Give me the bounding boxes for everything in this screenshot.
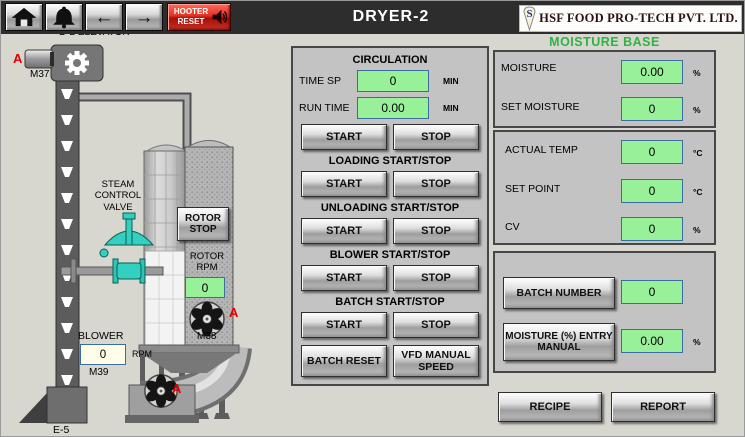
hooter-reset-label: HOOTER RESET: [171, 7, 211, 26]
circulation-title: CIRCULATION: [299, 54, 481, 66]
home-button[interactable]: [5, 3, 43, 31]
company-logo: S HSF FOOD PRO-TECH PVT. LTD.: [519, 5, 742, 32]
blower-stop-button[interactable]: STOP: [393, 265, 479, 291]
blower-rpm-display: 0: [80, 344, 126, 365]
loading-start-button[interactable]: START: [301, 171, 387, 197]
set-moisture-label: SET MOISTURE: [501, 101, 580, 113]
run-time-label: RUN TIME: [299, 102, 357, 114]
back-button[interactable]: ←: [85, 3, 123, 31]
temperature-panel: ACTUAL TEMP 0 °C SET POINT 0 °C CV 0 %: [493, 130, 716, 245]
svg-text:S: S: [527, 8, 533, 20]
alarm-a-m39: A: [172, 381, 181, 396]
blower-start-button[interactable]: START: [301, 265, 387, 291]
set-point-unit: °C: [693, 187, 703, 197]
home-icon: [9, 5, 39, 29]
time-sp-unit: MIN: [443, 76, 459, 86]
steam-valve-label: STEAM CONTROL VALVE: [87, 179, 149, 213]
alarm-button[interactable]: [45, 3, 83, 31]
batch-number-display: 0: [621, 280, 683, 304]
elevator-motor-m37: [25, 50, 54, 68]
set-point-input[interactable]: 0: [621, 179, 683, 203]
blower-label: BLOWER: [78, 330, 124, 342]
cv-label: CV: [505, 221, 520, 233]
moisture-panel: MOISTURE 0.00 % SET MOISTURE 0 %: [493, 50, 716, 128]
speaker-icon: [211, 8, 227, 26]
silo-left-tower: [144, 145, 189, 347]
m39-label: M39: [89, 367, 108, 378]
moisture-unit: %: [693, 68, 701, 78]
recipe-button[interactable]: RECIPE: [498, 392, 602, 422]
cv-display: 0: [621, 217, 683, 241]
time-sp-row: TIME SP 0 MIN: [299, 69, 481, 93]
batch-start-button[interactable]: START: [301, 312, 387, 338]
circulation-stop-button[interactable]: STOP: [393, 124, 479, 150]
bell-icon: [50, 4, 78, 30]
loading-section-title: LOADING START/STOP: [299, 155, 481, 167]
unloading-start-button[interactable]: START: [301, 218, 387, 244]
actual-temp-unit: °C: [693, 148, 703, 158]
rotor-stop-button[interactable]: ROTOR STOP: [177, 207, 229, 241]
moisture-label: MOISTURE: [501, 62, 556, 74]
actual-temp-label: ACTUAL TEMP: [505, 144, 578, 156]
unloading-section-title: UNLOADING START/STOP: [299, 202, 481, 214]
report-button[interactable]: REPORT: [611, 392, 715, 422]
moisture-base-heading: MOISTURE BASE: [493, 35, 716, 49]
m38-label: M38: [197, 331, 216, 342]
hooter-reset-button[interactable]: HOOTER RESET: [167, 3, 231, 31]
forward-arrow-icon: →: [135, 8, 154, 27]
time-sp-label: TIME SP: [299, 75, 357, 87]
vfd-manual-speed-button[interactable]: VFD MANUAL SPEED: [393, 345, 479, 377]
batch-stop-button[interactable]: STOP: [393, 312, 479, 338]
run-time-unit: MIN: [443, 103, 459, 113]
batch-number-button[interactable]: BATCH NUMBER: [503, 277, 615, 309]
moisture-entry-display[interactable]: 0.00: [621, 329, 683, 353]
circulation-start-button[interactable]: START: [301, 124, 387, 150]
batch-section-title: BATCH START/STOP: [299, 296, 481, 308]
back-arrow-icon: ←: [95, 8, 114, 27]
set-moisture-input[interactable]: 0: [621, 97, 683, 121]
time-sp-input[interactable]: 0: [357, 70, 429, 92]
elevator-boot-label: E-5: [53, 424, 69, 436]
elevator-column: [56, 63, 79, 393]
unloading-stop-button[interactable]: STOP: [393, 218, 479, 244]
moisture-entry-unit: %: [693, 337, 701, 347]
set-moisture-unit: %: [693, 105, 701, 115]
run-time-display: 0.00: [357, 97, 429, 119]
company-shield-icon: S: [523, 6, 536, 31]
moisture-display: 0.00: [621, 60, 683, 84]
forward-button[interactable]: →: [125, 3, 163, 31]
run-time-row: RUN TIME 0.00 MIN: [299, 96, 481, 120]
blower-rpm-unit: RPM: [132, 349, 152, 359]
batch-panel: BATCH NUMBER 0 MOISTURE (%) ENTRY MANUAL…: [493, 251, 716, 373]
dryer-machinery-graphic: [1, 1, 291, 437]
m37-label: M37: [30, 69, 49, 80]
gear-icon: [65, 51, 89, 75]
alarm-a-m37: A: [13, 51, 22, 66]
set-point-label: SET POINT: [505, 183, 560, 195]
loading-stop-button[interactable]: STOP: [393, 171, 479, 197]
company-name: HSF FOOD PRO-TECH PVT. LTD.: [539, 11, 738, 26]
page-title: DRYER-2: [261, 8, 521, 26]
batch-reset-button[interactable]: BATCH RESET: [301, 345, 387, 377]
rotor-rpm-label: ROTOR RPM: [185, 251, 229, 274]
blower-section-title: BLOWER START/STOP: [299, 249, 481, 261]
actual-temp-display: 0: [621, 140, 683, 164]
alarm-a-m38: A: [229, 305, 238, 320]
dryer-hmi-screen: ← → HOOTER RESET DRYER-2 S HSF FOOD PRO-…: [0, 0, 745, 437]
cv-unit: %: [693, 225, 701, 235]
moisture-entry-manual-button[interactable]: MOISTURE (%) ENTRY MANUAL: [503, 323, 615, 361]
rotor-rpm-display: 0: [185, 277, 225, 298]
circulation-panel: CIRCULATION TIME SP 0 MIN RUN TIME 0.00 …: [291, 46, 489, 386]
